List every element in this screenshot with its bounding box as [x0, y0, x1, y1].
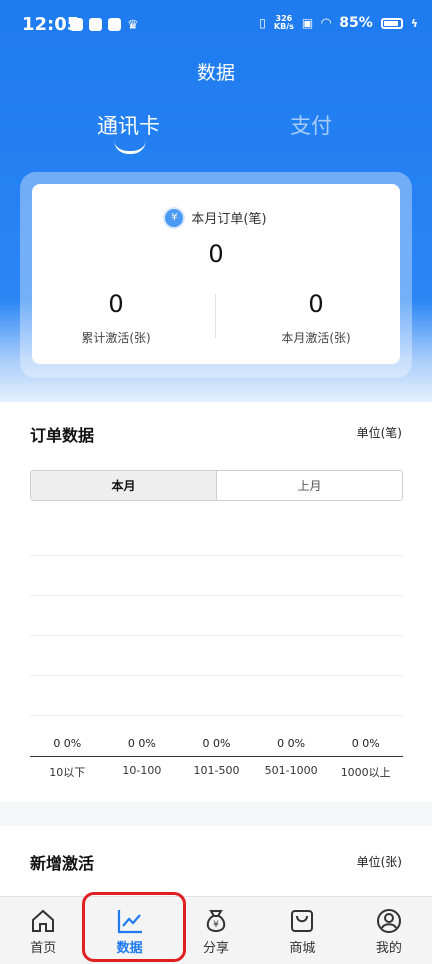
nav-share-label: 分享	[203, 941, 230, 956]
segment-this-month[interactable]: 本月	[31, 471, 217, 500]
battery-icon	[380, 17, 403, 29]
x-tick-label: 10-100	[122, 764, 162, 777]
x-tick-label: 1000以上	[340, 766, 391, 779]
divider	[215, 294, 216, 338]
bar-data-label: 0 0%	[277, 737, 306, 750]
nav-data-label: 数据	[116, 941, 143, 956]
app-notification-icon	[89, 18, 102, 31]
shopping-bag-icon	[291, 910, 314, 932]
page-title: 数据	[196, 62, 235, 84]
month-orders-value: 0	[208, 240, 224, 268]
bar-data-label: 0 0%	[351, 737, 380, 750]
chart-gridline	[30, 635, 403, 636]
network-speed: 326 KB/s	[273, 14, 294, 31]
chart-line-icon	[117, 910, 142, 934]
summary-card: ¥ 本月订单(笔) 0 0 累计激活(张) 0 本月激活(张)	[32, 184, 400, 364]
nav-home-label: 首页	[30, 941, 57, 956]
svg-text:¥: ¥	[213, 920, 219, 930]
month-activations-value: 0	[308, 290, 324, 318]
app-notification-icon	[70, 18, 83, 31]
app-notification-icon	[108, 18, 121, 31]
total-activations-label: 累计激活(张)	[81, 331, 151, 345]
month-segment-control: 本月 上月	[30, 470, 403, 501]
bottom-nav: 首页 数据 ¥ 分享 商城 我的	[0, 896, 432, 964]
wifi-icon: ◠	[321, 15, 332, 31]
nav-data[interactable]: 数据	[86, 897, 172, 964]
user-icon	[376, 909, 401, 933]
new-activations-unit: 单位(张)	[356, 855, 402, 869]
nav-mall[interactable]: 商城	[259, 897, 345, 964]
yen-icon: ¥	[165, 208, 184, 227]
nav-mine[interactable]: 我的	[346, 897, 432, 964]
order-data-title: 订单数据	[30, 426, 95, 445]
chart-gridline	[30, 555, 403, 556]
crown-icon: ♛	[127, 18, 139, 33]
nav-share[interactable]: ¥ 分享	[173, 897, 259, 964]
home-icon	[32, 909, 55, 932]
x-tick-label: 101-500	[193, 764, 240, 777]
status-bar: 12:05 ♛ ▯ 326 KB/s ▣ ◠ 85% ϟ	[0, 0, 432, 50]
segment-last-month[interactable]: 上月	[217, 471, 402, 500]
vibrate-icon: ▯	[259, 16, 266, 30]
x-tick-label: 10以下	[49, 766, 86, 779]
bar-data-label: 0 0%	[127, 737, 156, 750]
bar-data-label: 0 0%	[53, 737, 82, 750]
month-activations-label: 本月激活(张)	[281, 331, 351, 345]
new-activations-section: 新增激活 单位(张)	[0, 826, 432, 896]
nav-mine-label: 我的	[375, 941, 402, 956]
tab-payment[interactable]: 支付	[290, 110, 332, 140]
nav-home[interactable]: 首页	[0, 897, 86, 964]
nav-mall-label: 商城	[289, 941, 316, 956]
chart-x-axis	[30, 756, 403, 757]
bar-data-label: 0 0%	[202, 737, 231, 750]
x-tick-label: 501-1000	[264, 764, 318, 777]
chart-gridline	[30, 715, 403, 716]
new-activations-title: 新增激活	[30, 854, 95, 873]
charging-icon: ϟ	[410, 16, 418, 30]
money-bag-icon: ¥	[206, 910, 226, 933]
total-activations-value: 0	[108, 290, 124, 318]
order-data-unit: 单位(笔)	[356, 426, 402, 440]
month-orders-label: 本月订单(笔)	[191, 212, 267, 227]
chart-gridline	[30, 675, 403, 676]
tab-communication-card[interactable]: 通讯卡	[97, 110, 160, 140]
notification-icons: ♛	[70, 18, 139, 33]
battery-level: 85%	[339, 15, 373, 31]
chart-gridline	[30, 595, 403, 596]
sim-icon: ▣	[301, 16, 314, 30]
